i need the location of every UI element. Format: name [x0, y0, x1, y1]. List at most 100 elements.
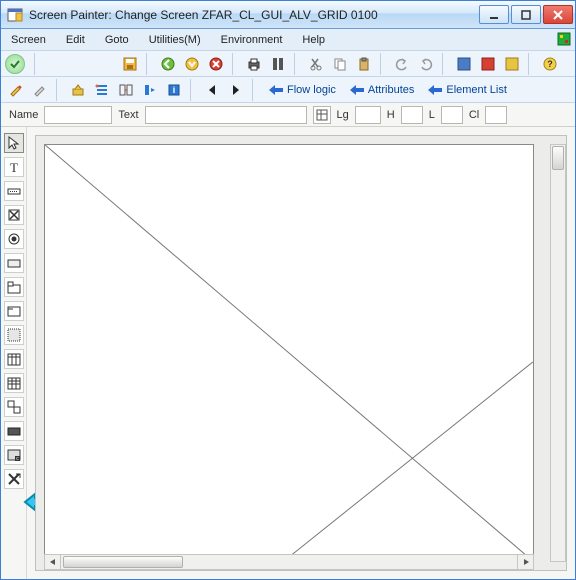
scroll-right-icon[interactable] — [517, 555, 533, 569]
tabstrip-tool[interactable] — [4, 277, 24, 297]
layout1-icon[interactable] — [453, 53, 475, 75]
minimize-button[interactable] — [479, 5, 509, 24]
enter-button[interactable] — [5, 54, 25, 74]
standard-toolbar: ? — [1, 51, 575, 77]
maximize-button[interactable] — [511, 5, 541, 24]
app-toolbar: i Flow logic Attributes Element List — [1, 77, 575, 103]
menu-edit[interactable]: Edit — [62, 32, 89, 48]
h-label: H — [387, 109, 395, 121]
l-label: L — [429, 109, 435, 121]
cursor-tool[interactable] — [4, 133, 24, 153]
nav-next-icon[interactable] — [225, 79, 247, 101]
flow-logic-label: Flow logic — [287, 84, 336, 96]
l-input[interactable] — [441, 106, 463, 124]
titlebar: Screen Painter: Change Screen ZFAR_CL_GU… — [1, 1, 575, 29]
text-field-tool[interactable]: T — [4, 157, 24, 177]
radio-button-tool[interactable] — [4, 229, 24, 249]
find-icon[interactable] — [267, 53, 289, 75]
toolbar-separator — [528, 53, 534, 75]
toolbar-separator — [294, 53, 300, 75]
menu-utilities[interactable]: Utilities(M) — [145, 32, 205, 48]
menu-goto[interactable]: Goto — [101, 32, 133, 48]
activate-icon[interactable] — [29, 79, 51, 101]
app-icon — [7, 7, 23, 23]
toolbar-separator — [34, 53, 40, 75]
layout3-icon[interactable] — [501, 53, 523, 75]
vertical-scrollbar[interactable] — [550, 144, 566, 562]
toolbar-separator — [232, 53, 238, 75]
tool3-icon[interactable] — [115, 79, 137, 101]
tool2-icon[interactable] — [91, 79, 113, 101]
horizontal-scrollbar[interactable] — [44, 554, 534, 570]
tool-palette: T c — [1, 127, 27, 579]
infobar: Name Text Lg H L Cl — [1, 103, 575, 127]
sap-session-indicator-icon — [557, 32, 571, 46]
toolbar-separator — [442, 53, 448, 75]
window-buttons — [479, 5, 573, 24]
back-icon[interactable] — [157, 53, 179, 75]
scrollbar-thumb[interactable] — [552, 146, 564, 170]
input-field-tool[interactable] — [4, 181, 24, 201]
subscreen-area-tool[interactable] — [4, 325, 24, 345]
svg-text:T: T — [10, 160, 18, 174]
delete-tool[interactable] — [4, 469, 24, 489]
cancel-icon[interactable] — [205, 53, 227, 75]
copy-icon[interactable] — [329, 53, 351, 75]
attributes-label: Attributes — [368, 84, 414, 96]
print-icon[interactable] — [243, 53, 265, 75]
svg-text:?: ? — [547, 59, 553, 69]
toolbar-separator — [146, 53, 152, 75]
canvas-area — [27, 127, 575, 579]
layout-canvas[interactable] — [44, 144, 534, 562]
element-list-label: Element List — [446, 84, 507, 96]
text-input[interactable] — [145, 106, 307, 124]
tool1-icon[interactable] — [67, 79, 89, 101]
menu-help[interactable]: Help — [298, 32, 329, 48]
table-control-tool[interactable] — [4, 349, 24, 369]
layout2-icon[interactable] — [477, 53, 499, 75]
save-icon[interactable] — [119, 53, 141, 75]
scroll-left-icon[interactable] — [45, 555, 61, 569]
nav-prev-icon[interactable] — [201, 79, 223, 101]
svg-text:i: i — [173, 85, 176, 95]
text-label: Text — [118, 109, 138, 121]
close-button[interactable] — [543, 5, 573, 24]
app-window: Screen Painter: Change Screen ZFAR_CL_GU… — [0, 0, 576, 580]
scrollbar-thumb[interactable] — [63, 556, 183, 568]
undo-icon[interactable] — [391, 53, 413, 75]
info-icon[interactable]: i — [163, 79, 185, 101]
element-type-icon[interactable] — [313, 106, 331, 124]
status-icon-tool[interactable] — [4, 421, 24, 441]
name-input[interactable] — [44, 106, 112, 124]
icon-tool[interactable] — [4, 397, 24, 417]
lg-input[interactable] — [355, 106, 381, 124]
toolbar-separator — [190, 79, 196, 101]
toolbar-separator — [252, 79, 258, 101]
attributes-button[interactable]: Attributes — [344, 82, 420, 98]
name-label: Name — [9, 109, 38, 121]
menu-environment[interactable]: Environment — [217, 32, 287, 48]
paste-icon[interactable] — [353, 53, 375, 75]
cl-label: Cl — [469, 109, 479, 121]
pushbutton-tool[interactable] — [4, 253, 24, 273]
exit-icon[interactable] — [181, 53, 203, 75]
cl-input[interactable] — [485, 106, 507, 124]
checkbox-tool[interactable] — [4, 205, 24, 225]
tabstrip-wizard-tool[interactable] — [4, 373, 24, 393]
h-input[interactable] — [401, 106, 423, 124]
canvas-viewport — [35, 135, 567, 571]
display-change-icon[interactable] — [5, 79, 27, 101]
redo-icon[interactable] — [415, 53, 437, 75]
editor-body: T c — [1, 127, 575, 579]
custom-control-tool[interactable]: c — [4, 445, 24, 465]
flow-logic-button[interactable]: Flow logic — [263, 82, 342, 98]
help-icon[interactable]: ? — [539, 53, 561, 75]
box-tool[interactable] — [4, 301, 24, 321]
menu-screen[interactable]: Screen — [7, 32, 50, 48]
toolbar-separator — [56, 79, 62, 101]
tool4-icon[interactable] — [139, 79, 161, 101]
lg-label: Lg — [337, 109, 349, 121]
window-title: Screen Painter: Change Screen ZFAR_CL_GU… — [29, 8, 479, 22]
element-list-button[interactable]: Element List — [422, 82, 513, 98]
cut-icon[interactable] — [305, 53, 327, 75]
